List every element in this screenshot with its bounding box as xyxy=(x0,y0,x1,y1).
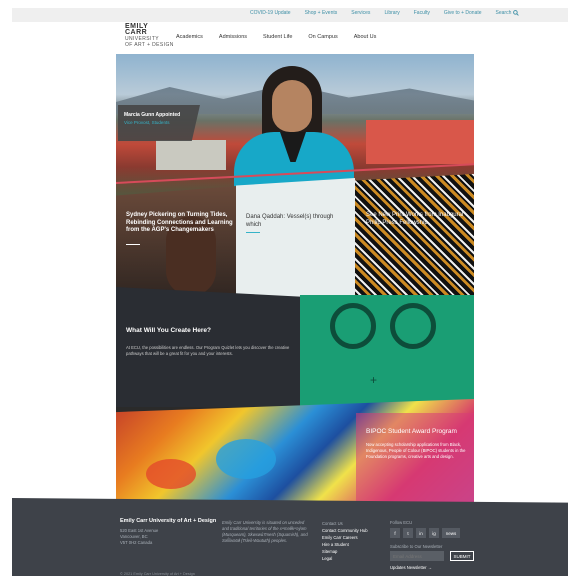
award-section[interactable]: BIPOC Student Award Program Now acceptin… xyxy=(116,399,474,508)
footer-title: Emily Carr University of Art + Design xyxy=(120,518,217,524)
footer-links: Contact Us Contact Community Hub Emily C… xyxy=(322,520,368,562)
footer-link-sitemap[interactable]: Sitemap xyxy=(322,548,368,555)
footer-links-heading: Contact Us xyxy=(322,521,343,526)
plus-icon: + xyxy=(370,373,378,387)
main-nav: Academics Admissions Student Life On Cam… xyxy=(176,34,376,40)
hero-subtitle: Vice Provost, Students xyxy=(124,120,170,125)
email-field[interactable] xyxy=(390,551,444,561)
create-image: + xyxy=(300,295,474,407)
hero-building-2 xyxy=(156,140,226,170)
card-title-sydney[interactable]: Sydney Pickering on Turning Tides, Rebin… xyxy=(126,212,234,235)
create-body: At ECU, the possibilities are endless. O… xyxy=(126,345,290,356)
search-button[interactable]: Search xyxy=(496,10,520,16)
linkedin-icon[interactable]: in xyxy=(416,528,426,538)
card-image-print[interactable] xyxy=(355,174,474,304)
utility-link-faculty[interactable]: Faculty xyxy=(414,10,430,16)
twitter-icon[interactable]: t xyxy=(403,528,413,538)
utility-link-shop[interactable]: Shop + Events xyxy=(305,10,338,16)
facebook-icon[interactable]: f xyxy=(390,528,400,538)
footer-link-legal[interactable]: Legal xyxy=(322,555,368,562)
search-label: Search xyxy=(495,10,512,16)
create-section: + What Will You Create Here? At ECU, the… xyxy=(116,287,474,407)
footer-address-line: V5T 0H2 Canada xyxy=(120,540,153,545)
award-title[interactable]: BIPOC Student Award Program xyxy=(366,428,457,435)
card-rule-dana xyxy=(246,232,260,233)
news-icon[interactable]: news xyxy=(442,528,460,538)
card-rule-sydney xyxy=(126,244,140,245)
card-panel-dana[interactable] xyxy=(236,178,355,304)
social-links: f t in ig news xyxy=(390,528,460,538)
card-title-print[interactable]: See New Print Works from Inaugural Phili… xyxy=(366,212,470,227)
search-icon xyxy=(513,10,520,16)
hero-building xyxy=(366,120,474,164)
land-acknowledgement: Emily Carr University is situated on unc… xyxy=(222,520,308,543)
footer-link-community[interactable]: Contact Community Hub xyxy=(322,527,368,534)
feature-cards: Sydney Pickering on Turning Tides, Rebin… xyxy=(116,163,474,304)
newsletter-link[interactable]: Updates Newsletter → xyxy=(390,565,432,570)
submit-button[interactable]: SUBMIT xyxy=(450,551,474,561)
nav-student-life[interactable]: Student Life xyxy=(263,34,292,40)
instagram-icon[interactable]: ig xyxy=(429,528,439,538)
nav-about-us[interactable]: About Us xyxy=(354,34,377,40)
utility-link-services[interactable]: Services xyxy=(351,10,370,16)
university-logo[interactable]: EMILY CARR UNIVERSITY OF ART + DESIGN xyxy=(125,23,174,48)
award-body: Now accepting scholarship applications f… xyxy=(366,442,466,459)
copyright: © 2021 Emily Carr University of Art + De… xyxy=(120,572,195,576)
card-title-dana[interactable]: Dana Qaddah: Vessel(s) through which xyxy=(246,214,346,229)
footer-address: 520 East 1st Avenue Vancouver, BC V5T 0H… xyxy=(120,528,158,546)
utility-link-covid[interactable]: COVID-19 Update xyxy=(250,10,291,16)
nav-admissions[interactable]: Admissions xyxy=(219,34,247,40)
nav-on-campus[interactable]: On Campus xyxy=(308,34,337,40)
utility-nav: COVID-19 Update Shop + Events Services L… xyxy=(250,10,520,16)
main-content: Marcia Gunn Appointed Vice Provost, Stud… xyxy=(116,54,474,508)
utility-link-give[interactable]: Give to + Donate xyxy=(444,10,482,16)
nav-academics[interactable]: Academics xyxy=(176,34,203,40)
follow-label: Follow ECU xyxy=(390,520,413,525)
footer-link-hire[interactable]: Hire a Student xyxy=(322,541,368,548)
footer-link-careers[interactable]: Emily Carr Careers xyxy=(322,534,368,541)
logo-line-4: OF ART + DESIGN xyxy=(125,42,174,48)
utility-link-library[interactable]: Library xyxy=(384,10,399,16)
hero-title[interactable]: Marcia Gunn Appointed xyxy=(124,112,180,118)
create-title: What Will You Create Here? xyxy=(126,327,211,334)
subscribe-label: Subscribe to Our Newsletter xyxy=(390,544,443,549)
